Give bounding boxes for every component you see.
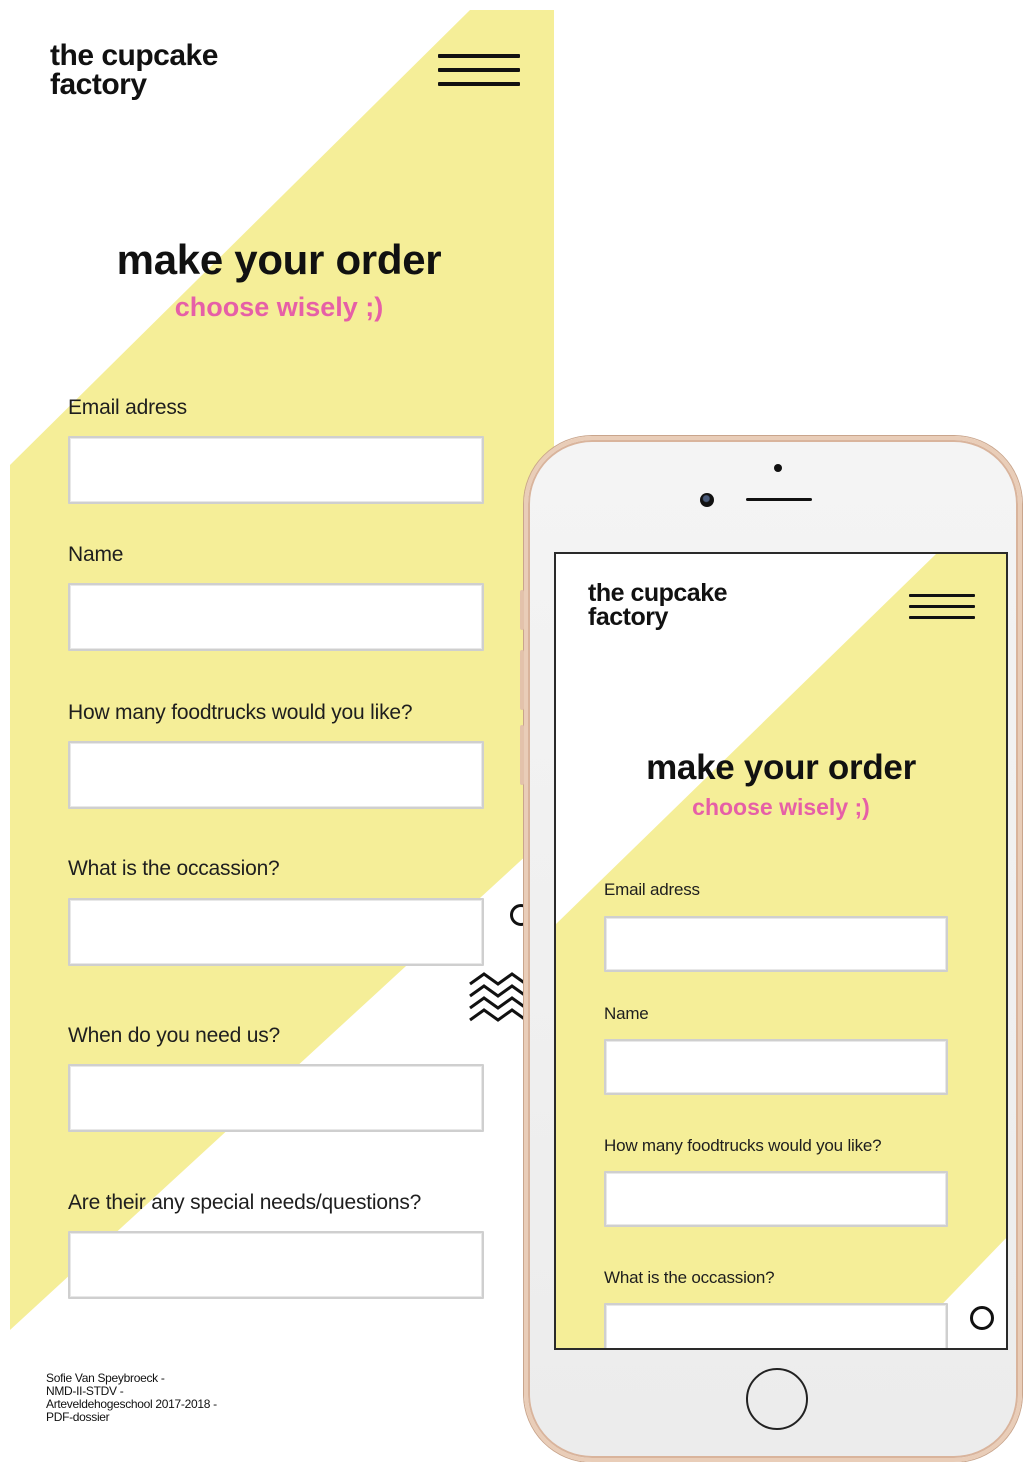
foodtrucks-label: How many foodtrucks would you like? xyxy=(68,701,413,724)
page-title: make your order xyxy=(646,748,916,787)
name-field[interactable] xyxy=(604,1039,948,1095)
brand-line-1: the cupcake xyxy=(50,39,218,72)
special-needs-label: Are their any special needs/questions? xyxy=(68,1191,422,1214)
volume-button xyxy=(520,650,524,710)
hamburger-icon[interactable] xyxy=(438,54,520,86)
date-label: When do you need us? xyxy=(68,1024,280,1047)
phone-mockup: the cupcake factory make your order choo… xyxy=(520,436,1022,1462)
email-field[interactable] xyxy=(68,436,484,504)
foodtrucks-label: How many foodtrucks would you like? xyxy=(604,1136,882,1155)
special-needs-field[interactable] xyxy=(68,1231,484,1299)
page-subtitle: choose wisely ;) xyxy=(692,794,870,820)
volume-button xyxy=(520,725,524,785)
name-label: Name xyxy=(68,543,124,566)
footer-line: PDF-dossier xyxy=(46,1410,110,1424)
speaker-grille xyxy=(746,498,812,501)
foodtrucks-field[interactable] xyxy=(68,741,484,809)
circle-icon xyxy=(970,1306,994,1330)
occasion-field[interactable] xyxy=(604,1303,948,1348)
sensor-dot xyxy=(774,464,782,472)
email-field[interactable] xyxy=(604,916,948,972)
occasion-label: What is the occassion? xyxy=(604,1268,775,1287)
desktop-mockup: the cupcake factory make your order choo… xyxy=(10,10,554,1462)
brand-logo[interactable]: the cupcake factory xyxy=(50,39,218,101)
foodtrucks-field[interactable] xyxy=(604,1171,948,1227)
brand-line-2: factory xyxy=(588,602,668,631)
brand-line-2: factory xyxy=(50,67,147,101)
brand-logo[interactable]: the cupcake factory xyxy=(588,581,728,631)
hamburger-icon[interactable] xyxy=(909,594,975,619)
email-label: Email adress xyxy=(604,880,700,899)
camera-icon xyxy=(700,493,714,507)
page-title: make your order xyxy=(116,236,442,283)
name-field[interactable] xyxy=(68,583,484,651)
email-label: Email adress xyxy=(68,396,187,419)
volume-button xyxy=(520,590,524,630)
footer-credit: Sofie Van Speybroeck - NMD-II-STDV - Art… xyxy=(46,1372,217,1424)
occasion-label: What is the occassion? xyxy=(68,857,280,880)
date-field[interactable] xyxy=(68,1064,484,1132)
phone-screen: the cupcake factory make your order choo… xyxy=(554,552,1008,1350)
page-subtitle: choose wisely ;) xyxy=(174,292,384,322)
zigzag-icon xyxy=(469,972,527,1022)
home-button[interactable] xyxy=(746,1368,808,1430)
occasion-field[interactable] xyxy=(68,898,484,966)
name-label: Name xyxy=(604,1004,649,1023)
